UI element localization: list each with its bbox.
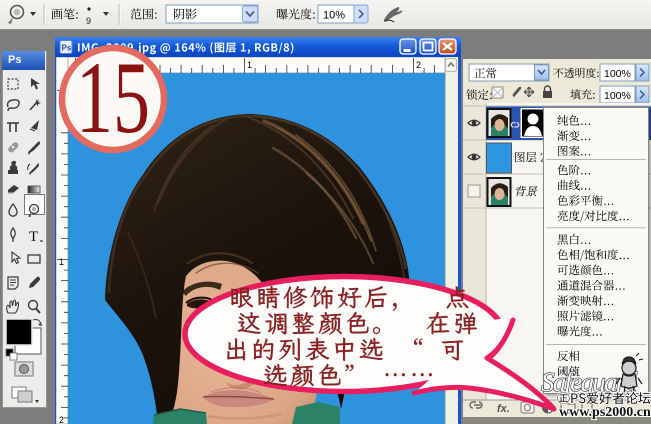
svg-text:www.ps2000.cn: www.ps2000.cn (559, 405, 651, 420)
svg-text:15: 15 (76, 41, 150, 155)
